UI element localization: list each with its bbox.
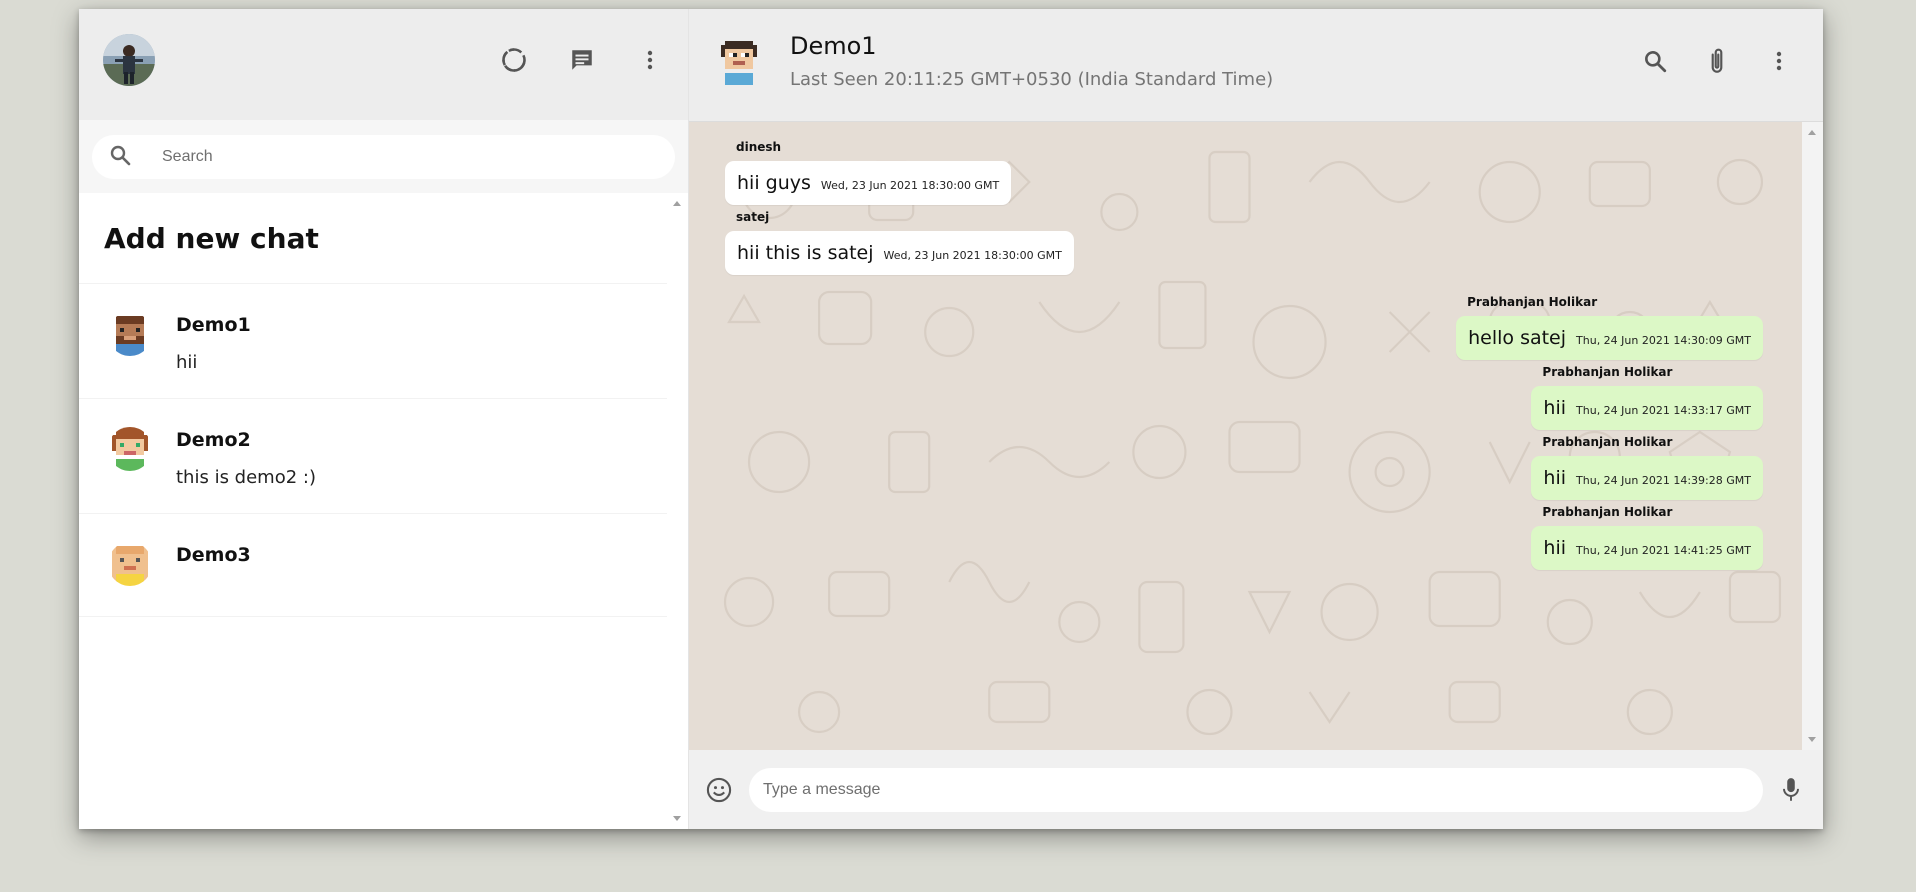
chat-name: Demo2 [176, 429, 251, 451]
add-new-chat-button[interactable]: Add new chat [79, 193, 668, 284]
message-text: hii guys [737, 172, 811, 194]
sidebar-header [79, 9, 688, 120]
message-bubble: satej hii this is satej Wed, 23 Jun 2021… [725, 210, 1074, 275]
message-bubble: dinesh hii guys Wed, 23 Jun 2021 18:30:0… [725, 140, 1012, 205]
chat-name: Demo3 [176, 544, 251, 566]
chat-list-item-demo1[interactable]: Demo1 hii [79, 284, 668, 399]
search-icon[interactable] [1641, 47, 1669, 75]
avatar [108, 312, 152, 356]
add-new-chat-label: Add new chat [104, 221, 319, 255]
message-timestamp: Thu, 24 Jun 2021 14:41:25 GMT [1576, 544, 1751, 557]
scroll-up-icon[interactable] [1808, 130, 1816, 135]
user-avatar[interactable] [103, 33, 155, 86]
message-sender: satej [736, 210, 770, 224]
message-timestamp: Wed, 23 Jun 2021 18:30:00 GMT [820, 179, 1000, 192]
mic-icon[interactable] [1777, 776, 1805, 804]
chat-list-item-demo2[interactable]: Demo2 this is demo2 :) [79, 399, 668, 514]
scroll-down-icon[interactable] [1808, 737, 1816, 742]
message-bubble-outgoing: Prabhanjan Holikar hii Thu, 24 Jun 2021 … [1531, 505, 1763, 570]
status-icon[interactable] [500, 46, 528, 74]
chat-list-item-demo3[interactable]: Demo3 [79, 514, 668, 617]
message-sender: Prabhanjan Holikar [1542, 435, 1673, 449]
message-bubble-outgoing: Prabhanjan Holikar hii Thu, 24 Jun 2021 … [1531, 365, 1763, 430]
message-sender: Prabhanjan Holikar [1542, 365, 1673, 379]
chat-title: Demo1 [790, 32, 877, 60]
message-text: hello satej [1468, 327, 1567, 349]
search-input[interactable] [160, 146, 644, 167]
message-timestamp: Wed, 23 Jun 2021 18:30:00 GMT [883, 249, 1062, 262]
chat-name: Demo1 [176, 314, 251, 336]
message-timestamp: Thu, 24 Jun 2021 14:30:09 GMT [1576, 334, 1751, 347]
messages-area: dinesh hii guys Wed, 23 Jun 2021 18:30:0… [689, 122, 1823, 750]
scroll-down-icon[interactable] [673, 816, 681, 821]
message-sender: Prabhanjan Holikar [1542, 505, 1673, 519]
search-box [92, 134, 675, 179]
whatsapp-clone-app: Add new chat [79, 9, 1823, 829]
chat-avatar[interactable] [717, 37, 761, 85]
message-text: hii [1543, 397, 1567, 419]
avatar [108, 427, 152, 471]
chat-last-message: hii [176, 352, 198, 373]
message-composer [689, 750, 1823, 829]
chat-panel: Demo1 Last Seen 20:11:25 GMT+0530 (India… [689, 9, 1823, 829]
message-timestamp: Thu, 24 Jun 2021 14:33:17 GMT [1576, 404, 1751, 417]
last-seen: Last Seen 20:11:25 GMT+0530 (India Stand… [790, 69, 1274, 90]
message-text: hii [1543, 467, 1567, 489]
more-vert-icon[interactable] [1765, 47, 1793, 75]
more-vert-icon[interactable] [636, 46, 664, 74]
message-list: dinesh hii guys Wed, 23 Jun 2021 18:30:0… [689, 122, 1802, 750]
message-input[interactable] [749, 767, 1763, 812]
message-text: hii this is satej [737, 242, 874, 264]
sidebar: Add new chat [79, 9, 689, 829]
attach-icon[interactable] [1703, 47, 1731, 75]
message-bubble-outgoing: Prabhanjan Holikar hello satej Thu, 24 J… [1456, 295, 1763, 360]
chat-list: Add new chat Demo1 hii Demo2 this is dem… [79, 193, 688, 829]
messages-scrollbar[interactable] [1802, 122, 1823, 750]
message-text: hii [1543, 537, 1567, 559]
emoji-icon[interactable] [705, 776, 733, 804]
message-bubble-outgoing: Prabhanjan Holikar hii Thu, 24 Jun 2021 … [1531, 435, 1763, 500]
new-chat-icon[interactable] [568, 46, 596, 74]
search-container [79, 120, 688, 193]
chat-last-message: this is demo2 :) [176, 467, 316, 488]
message-sender: Prabhanjan Holikar [1467, 295, 1598, 309]
message-timestamp: Thu, 24 Jun 2021 14:39:28 GMT [1576, 474, 1751, 487]
scroll-up-icon[interactable] [673, 201, 681, 206]
search-icon [108, 143, 132, 171]
chat-header: Demo1 Last Seen 20:11:25 GMT+0530 (India… [689, 9, 1823, 122]
avatar [108, 542, 152, 586]
message-sender: dinesh [736, 140, 782, 154]
chat-list-scrollbar[interactable] [667, 193, 688, 829]
